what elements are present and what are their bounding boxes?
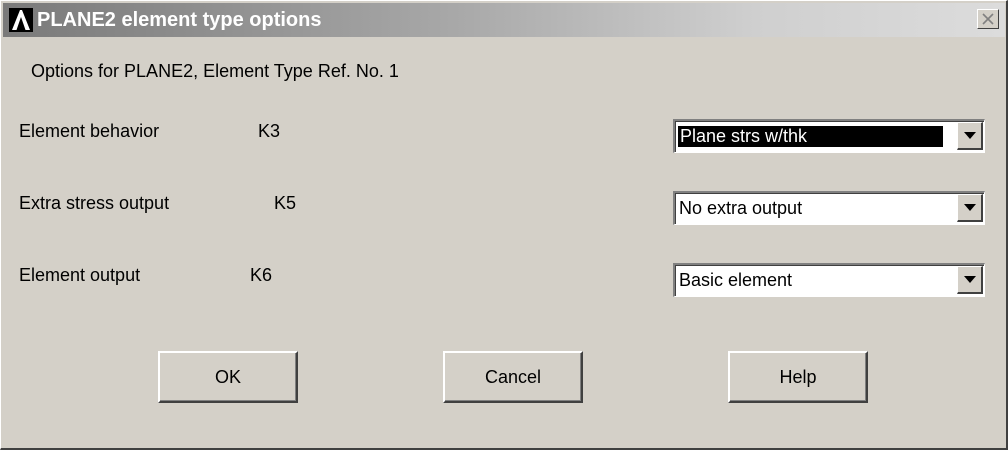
element-output-value: Basic element (679, 270, 793, 290)
extra-stress-output-value: No extra output (679, 198, 803, 218)
element-behavior-value: Plane strs w/thk (677, 125, 944, 148)
element-behavior-label: Element behavior (19, 121, 160, 141)
element-behavior-key: K3 (258, 121, 281, 141)
close-button[interactable] (977, 9, 999, 29)
element-behavior-dropdown-button[interactable] (957, 122, 983, 150)
element-behavior-select[interactable]: Plane strs w/thk (673, 119, 985, 153)
ansys-logo-icon (9, 8, 33, 32)
title-bar[interactable]: PLANE2 element type options (3, 3, 1005, 37)
element-output-key: K6 (250, 265, 273, 285)
element-output-label: Element output (19, 265, 141, 285)
window-title: PLANE2 element type options (37, 9, 322, 31)
element-output-dropdown-button[interactable] (957, 266, 983, 294)
element-output-select[interactable]: Basic element (673, 263, 985, 297)
chevron-down-icon (964, 276, 976, 283)
extra-stress-output-dropdown-button[interactable] (957, 194, 983, 222)
dialog-window: PLANE2 element type options Options for … (0, 0, 1008, 450)
extra-stress-output-select[interactable]: No extra output (673, 191, 985, 225)
close-icon (982, 13, 994, 25)
chevron-down-icon (964, 204, 976, 211)
extra-stress-output-key: K5 (274, 193, 297, 213)
cancel-button[interactable]: Cancel (443, 351, 583, 403)
help-button[interactable]: Help (728, 351, 868, 403)
dialog-subtitle: Options for PLANE2, Element Type Ref. No… (31, 61, 399, 81)
extra-stress-output-label: Extra stress output (19, 193, 170, 213)
chevron-down-icon (964, 132, 976, 139)
ok-button[interactable]: OK (158, 351, 298, 403)
